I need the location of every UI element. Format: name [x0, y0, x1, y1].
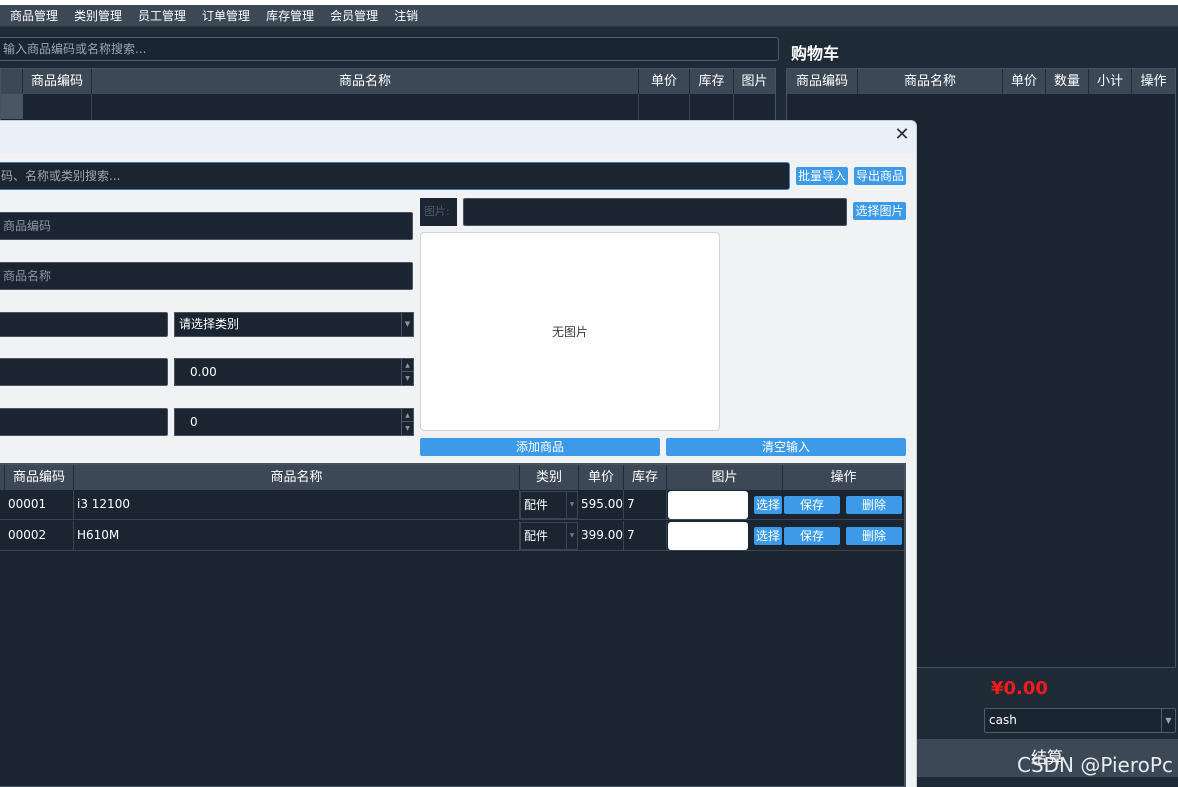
save-button[interactable]: 保存	[784, 527, 840, 545]
no-image-text: 无图片	[551, 325, 588, 339]
watermark: CSDN @PieroPc	[1017, 753, 1173, 777]
dialog-title-bar[interactable]	[0, 121, 916, 153]
product-table: 商品编码 商品名称 单价 库存 图片	[0, 68, 776, 129]
stock-spinbox[interactable]: 0 ▲ ▼	[174, 408, 414, 436]
price-field[interactable]	[0, 358, 168, 386]
cell-category-select[interactable]: 配件 ▼	[520, 522, 578, 550]
column-header-category[interactable]: 类别	[520, 465, 579, 490]
export-products-button[interactable]: 导出商品	[854, 167, 906, 185]
cell-stock[interactable]: 7	[624, 490, 667, 520]
column-header-price[interactable]: 单价	[579, 465, 624, 490]
cell-name[interactable]: H610M	[74, 521, 520, 551]
select-image-button[interactable]: 选择	[754, 527, 782, 545]
cell-price[interactable]: 399.00	[579, 521, 624, 551]
stock-field[interactable]	[0, 408, 168, 436]
chevron-up-icon[interactable]: ▲	[402, 359, 413, 372]
column-header-code[interactable]: 商品编码	[23, 69, 92, 94]
column-header-price[interactable]: 单价	[639, 69, 690, 94]
category-select-value: 请选择类别	[179, 317, 240, 331]
chevron-down-icon[interactable]: ▼	[566, 523, 577, 549]
chevron-up-icon[interactable]: ▲	[402, 409, 413, 422]
chevron-down-icon[interactable]: ▼	[566, 492, 577, 518]
delete-button[interactable]: 删除	[846, 496, 902, 514]
cell-category-select[interactable]: 配件 ▼	[520, 491, 578, 519]
column-header-image[interactable]: 图片	[734, 69, 775, 94]
row-header[interactable]	[1, 94, 23, 119]
category-value: 配件	[524, 529, 549, 543]
cell-image-thumbnail	[668, 491, 748, 519]
cart-title: 购物车	[791, 44, 840, 63]
image-label: 图片:	[420, 198, 457, 226]
product-search-input[interactable]: 输入商品编码或名称搜索...	[0, 37, 779, 61]
cell-image-thumbnail	[668, 522, 748, 550]
payment-method-select[interactable]: cash ▼	[984, 708, 1176, 733]
payment-method-value: cash	[989, 713, 1017, 727]
category-value: 配件	[524, 498, 549, 512]
column-header-image[interactable]: 图片	[667, 465, 783, 490]
menu-category-management[interactable]: 类别管理	[66, 5, 130, 27]
chevron-down-icon[interactable]: ▼	[401, 313, 413, 336]
cell-code[interactable]: 00001	[5, 490, 74, 520]
stock-value: 0	[190, 415, 198, 429]
product-code-input[interactable]: 商品编码	[0, 212, 413, 240]
chevron-down-icon[interactable]: ▼	[1161, 709, 1175, 732]
category-field[interactable]	[0, 312, 168, 337]
image-path-input[interactable]	[463, 198, 847, 226]
price-spinbox[interactable]: 0.00 ▲ ▼	[174, 358, 414, 386]
column-header-stock[interactable]: 库存	[624, 465, 667, 490]
batch-import-button[interactable]: 批量导入	[796, 167, 848, 185]
menu-logout[interactable]: 注销	[386, 5, 426, 27]
product-management-dialog: ✕ 码、名称或类别搜索... 批量导入 导出商品 商品编码 商品名称 请选择类别…	[0, 120, 917, 787]
cart-header-code[interactable]: 商品编码	[787, 69, 858, 94]
column-header-name[interactable]: 商品名称	[92, 69, 639, 94]
clear-input-button[interactable]: 清空输入	[666, 438, 906, 456]
menu-employee-management[interactable]: 员工管理	[130, 5, 194, 27]
price-stepper: ▲ ▼	[401, 359, 413, 385]
column-header-action[interactable]: 操作	[783, 465, 904, 490]
column-header-name[interactable]: 商品名称	[74, 465, 520, 490]
close-icon[interactable]: ✕	[894, 126, 910, 144]
delete-button[interactable]: 删除	[846, 527, 902, 545]
column-header-code[interactable]: 商品编码	[5, 465, 74, 490]
cell-code[interactable]: 00002	[5, 521, 74, 551]
cell-price[interactable]: 595.00	[579, 490, 624, 520]
chevron-down-icon[interactable]: ▼	[402, 372, 413, 385]
category-select[interactable]: 请选择类别 ▼	[174, 312, 414, 337]
cart-header-quantity[interactable]: 数量	[1046, 69, 1089, 94]
image-preview: 无图片	[420, 232, 720, 431]
chevron-down-icon[interactable]: ▼	[402, 422, 413, 435]
menu-product-management[interactable]: 商品管理	[0, 5, 66, 27]
cart-header-subtotal[interactable]: 小计	[1089, 69, 1132, 94]
cart-header-price[interactable]: 单价	[1003, 69, 1046, 94]
column-header-stock[interactable]: 库存	[690, 69, 734, 94]
cell-stock[interactable]: 7	[624, 521, 667, 551]
table-row[interactable]: 00002 H610M 配件 ▼ 399.00 7 选择 保存 删除	[0, 521, 904, 551]
menu-bar: 商品管理 类别管理 员工管理 订单管理 库存管理 会员管理 注销	[0, 5, 1178, 27]
cart-header-name[interactable]: 商品名称	[858, 69, 1003, 94]
select-image-button[interactable]: 选择	[754, 496, 782, 514]
table-row[interactable]: 00001 i3 12100 配件 ▼ 595.00 7 选择 保存 删除	[0, 490, 904, 520]
cart-header-action[interactable]: 操作	[1132, 69, 1175, 94]
row-header-corner	[1, 69, 23, 94]
dialog-search-input[interactable]: 码、名称或类别搜索...	[0, 162, 790, 190]
price-value: 0.00	[190, 365, 217, 379]
choose-image-button[interactable]: 选择图片	[853, 202, 906, 220]
menu-inventory-management[interactable]: 库存管理	[258, 5, 322, 27]
save-button[interactable]: 保存	[784, 496, 840, 514]
menu-order-management[interactable]: 订单管理	[194, 5, 258, 27]
dialog-product-table: 商品编码 商品名称 类别 单价 库存 图片 操作 00001 i3 12100 …	[0, 463, 906, 787]
add-product-button[interactable]: 添加商品	[420, 438, 660, 456]
cell-name[interactable]: i3 12100	[74, 490, 520, 520]
stock-stepper: ▲ ▼	[401, 409, 413, 435]
cart-total: ¥0.00	[991, 678, 1048, 699]
product-name-input[interactable]: 商品名称	[0, 262, 413, 290]
menu-member-management[interactable]: 会员管理	[322, 5, 386, 27]
